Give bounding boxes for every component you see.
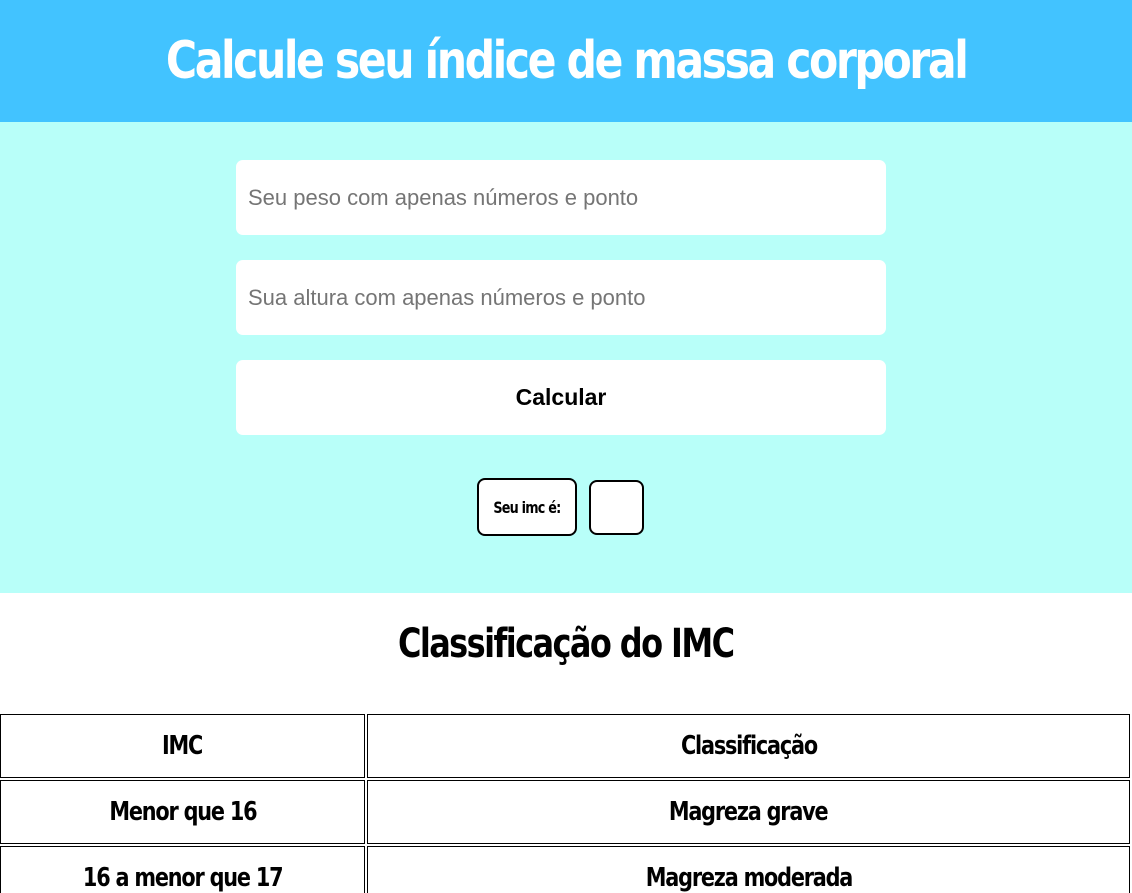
cell-classification: Magreza grave [367, 780, 1130, 844]
column-header-imc: IMC [0, 714, 365, 778]
classification-table: IMC Classificação Menor que 16 Magreza g… [0, 712, 1132, 893]
table-row: Menor que 16 Magreza grave [0, 780, 1130, 844]
column-header-classification: Classificação [367, 714, 1130, 778]
classification-section: Classificação do IMC IMC Classificação M… [0, 593, 1132, 893]
cell-imc: 16 a menor que 17 [0, 846, 365, 893]
classification-title-wrap: Classificação do IMC [0, 621, 1132, 667]
classification-title: Classificação do IMC [398, 621, 735, 667]
result-label: Seu imc é: [493, 497, 561, 517]
height-input[interactable] [236, 260, 886, 335]
page-title: Calcule seu índice de massa corporal [165, 31, 969, 91]
result-label-box: Seu imc é: [477, 478, 577, 536]
weight-input[interactable] [236, 160, 886, 235]
cell-classification: Magreza moderada [367, 846, 1130, 893]
cell-imc: Menor que 16 [0, 780, 365, 844]
result-value-box [589, 480, 644, 535]
imc-form: Calcular Seu imc é: [0, 122, 1132, 593]
table-row: 16 a menor que 17 Magreza moderada [0, 846, 1130, 893]
calculate-button[interactable]: Calcular [236, 360, 886, 435]
page-header: Calcule seu índice de massa corporal [0, 0, 1132, 122]
table-header-row: IMC Classificação [0, 714, 1130, 778]
